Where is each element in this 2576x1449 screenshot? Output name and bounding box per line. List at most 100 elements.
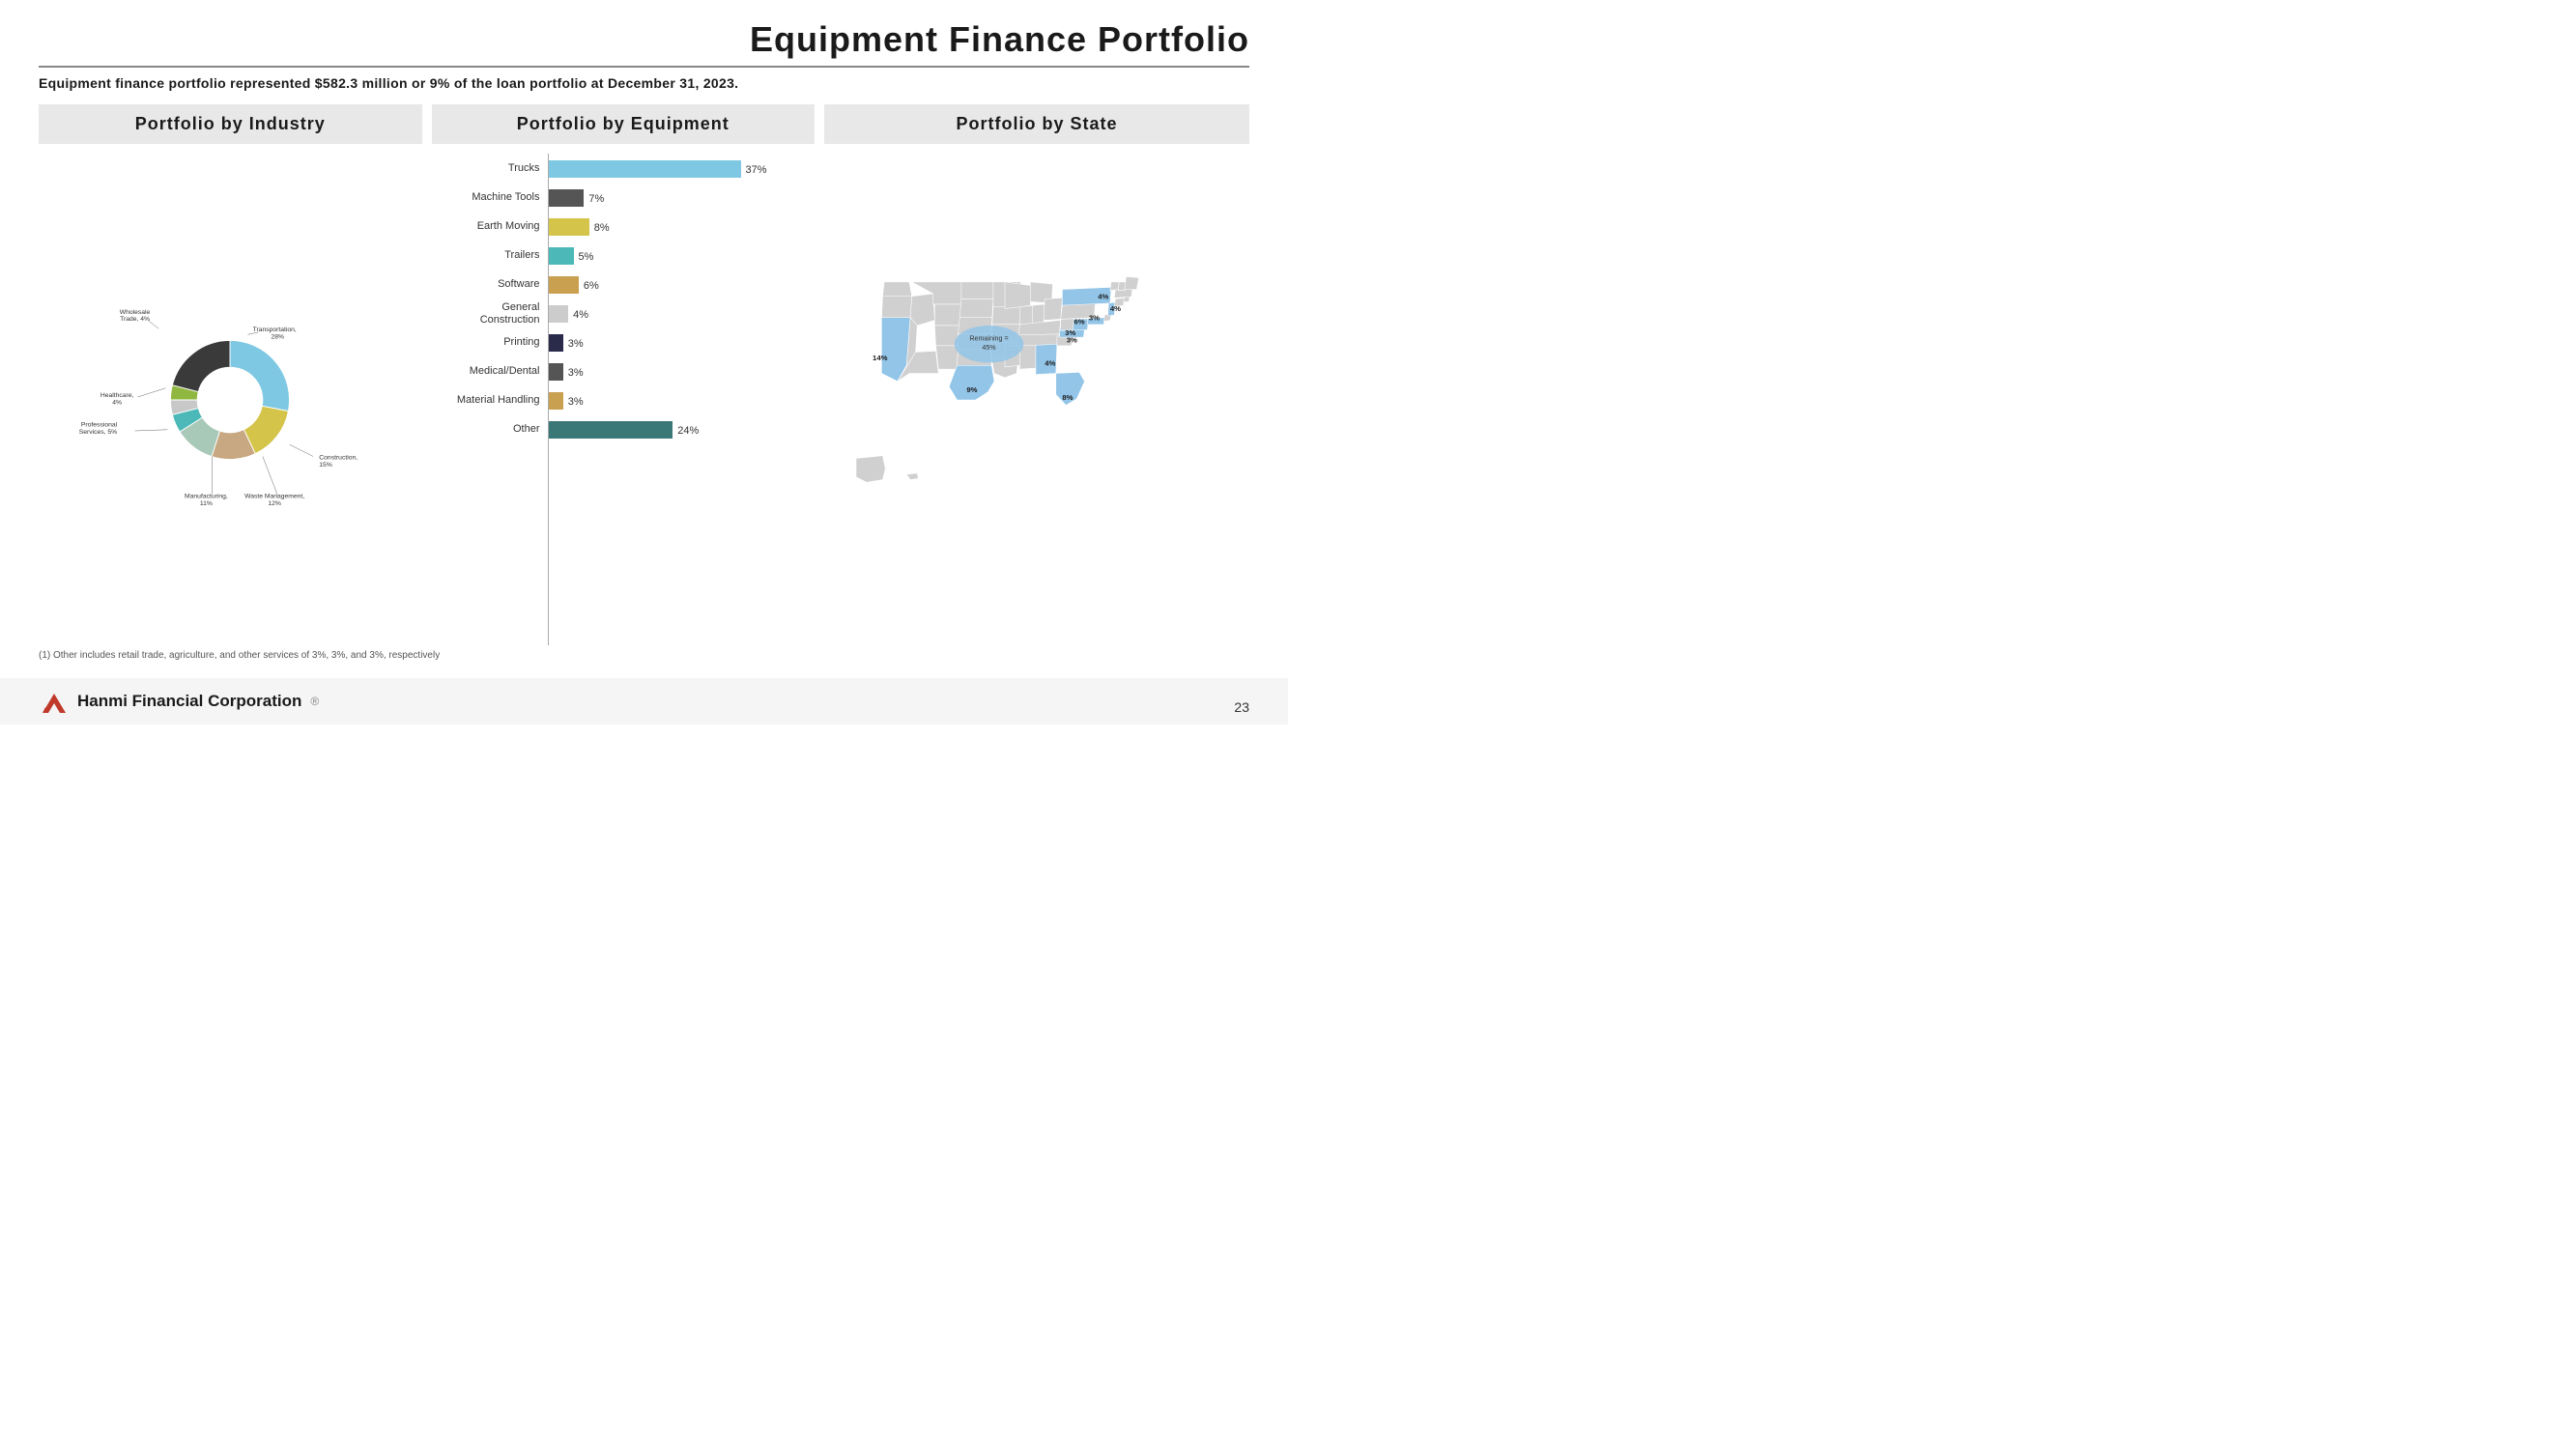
label-wholesale: Wholesale xyxy=(120,308,151,315)
subtitle: Equipment finance portfolio represented … xyxy=(39,75,1249,91)
equipment-header: Portfolio by Equipment xyxy=(432,104,816,144)
bar-chart: Trucks 37% Machine Tools 7% Earth Moving 8% Tr… xyxy=(432,154,816,645)
bar-label: Printing xyxy=(442,336,548,349)
bar-pct: 3% xyxy=(568,338,584,350)
page-title: Equipment Finance Portfolio xyxy=(39,19,1249,60)
bar-track: 3% xyxy=(548,334,806,352)
bar-pct: 24% xyxy=(677,425,699,437)
svg-text:21%: 21% xyxy=(176,319,189,326)
bar-track: 3% xyxy=(548,392,806,410)
bar-fill xyxy=(548,305,569,323)
svg-text:28%: 28% xyxy=(272,333,285,340)
footer-logo: Hanmi Financial Corporation ® xyxy=(39,686,319,717)
bar-track: 3% xyxy=(548,363,806,381)
bar-track: 6% xyxy=(548,276,806,294)
bar-fill xyxy=(548,247,574,265)
label-healthcare: Healthcare, xyxy=(100,391,134,398)
svg-text:45%: 45% xyxy=(982,343,996,351)
bar-track: 5% xyxy=(548,247,806,265)
bar-pct: 3% xyxy=(568,396,584,408)
bar-label: General Construction xyxy=(442,301,548,327)
divider xyxy=(39,66,1249,68)
svg-text:11%: 11% xyxy=(200,499,213,506)
logo-icon xyxy=(39,686,70,717)
label-other: Other, (1) xyxy=(169,311,197,318)
bar-fill xyxy=(548,334,563,352)
bar-row: Trailers 5% xyxy=(442,245,806,267)
bar-track: 4% xyxy=(548,305,806,323)
svg-text:15%: 15% xyxy=(320,461,333,468)
us-map-container: 14%9%8%6%4%4%4%3%3%3%Remaining =45% xyxy=(824,154,1249,645)
bar-row: Other 24% xyxy=(442,419,806,440)
main-columns: Portfolio by Industry xyxy=(39,104,1249,645)
bar-row: Medical/Dental 3% xyxy=(442,361,806,383)
bar-label: Trailers xyxy=(442,249,548,262)
bar-fill xyxy=(548,218,589,236)
donut-container: Transportation, 28% Wholesale Trade, 4% … xyxy=(39,154,422,645)
svg-text:9%: 9% xyxy=(966,384,977,393)
bar-track: 7% xyxy=(548,189,806,207)
svg-text:3%: 3% xyxy=(1089,313,1100,322)
svg-text:Services, 5%: Services, 5% xyxy=(79,429,117,436)
label-transportation: Transportation, xyxy=(253,327,297,333)
bar-pct: 7% xyxy=(588,193,604,205)
donut-chart: Transportation, 28% Wholesale Trade, 4% … xyxy=(75,245,385,554)
bar-label: Earth Moving xyxy=(442,220,548,233)
bar-row: Trucks 37% xyxy=(442,158,806,180)
industry-header: Portfolio by Industry xyxy=(39,104,422,144)
industry-col: Portfolio by Industry xyxy=(39,104,422,645)
bar-row: General Construction 4% xyxy=(442,303,806,325)
svg-text:4%: 4% xyxy=(1110,304,1121,313)
bar-track: 8% xyxy=(548,218,806,236)
bar-row: Software 6% xyxy=(442,274,806,296)
bar-pct: 37% xyxy=(746,164,767,176)
bar-fill xyxy=(548,160,741,178)
label-construction: Construction, xyxy=(320,454,358,461)
footnote-text: (1) Other includes retail trade, agricul… xyxy=(39,650,1249,661)
svg-text:4%: 4% xyxy=(112,399,122,406)
bar-pct: 5% xyxy=(579,251,594,263)
svg-text:3%: 3% xyxy=(1067,335,1077,344)
page-number: 23 xyxy=(1234,699,1249,715)
svg-text:4%: 4% xyxy=(1098,292,1108,300)
state-col: Portfolio by State 14%9%8%6%4%4%4%3%3%3%… xyxy=(824,104,1249,645)
bar-fill xyxy=(548,363,563,381)
bar-label: Other xyxy=(442,423,548,436)
svg-text:Remaining =: Remaining = xyxy=(969,334,1008,342)
svg-text:8%: 8% xyxy=(1062,393,1073,402)
bar-pct: 3% xyxy=(568,367,584,379)
state-header: Portfolio by State xyxy=(824,104,1249,144)
bar-track: 24% xyxy=(548,421,806,439)
bar-label: Trucks xyxy=(442,162,548,175)
svg-text:6%: 6% xyxy=(1073,317,1084,326)
logo-text: Hanmi Financial Corporation xyxy=(77,692,301,711)
svg-text:Trade, 4%: Trade, 4% xyxy=(120,316,150,323)
bar-label: Software xyxy=(442,278,548,291)
bar-fill xyxy=(548,189,585,207)
bar-row: Machine Tools 7% xyxy=(442,187,806,209)
label-manufacturing: Manufacturing, xyxy=(185,493,228,499)
bar-pct: 6% xyxy=(584,280,599,292)
page: Equipment Finance Portfolio Equipment fi… xyxy=(0,0,1288,724)
bar-row: Earth Moving 8% xyxy=(442,216,806,238)
bar-label: Medical/Dental xyxy=(442,365,548,378)
equipment-col: Portfolio by Equipment Trucks 37% Machine … xyxy=(432,104,816,645)
donut-center xyxy=(197,367,263,433)
footer: Hanmi Financial Corporation ® xyxy=(0,678,1288,724)
bar-pct: 4% xyxy=(573,309,588,321)
bar-row: Printing 3% xyxy=(442,332,806,354)
bar-label: Material Handling xyxy=(442,394,548,407)
svg-text:4%: 4% xyxy=(1045,358,1055,367)
svg-text:12%: 12% xyxy=(269,499,282,506)
label-professional: Professional xyxy=(81,421,118,428)
us-map: 14%9%8%6%4%4%4%3%3%3%Remaining =45% xyxy=(824,255,1249,545)
bar-track: 37% xyxy=(548,160,806,178)
bar-fill xyxy=(548,276,579,294)
bar-label: Machine Tools xyxy=(442,191,548,204)
svg-text:14%: 14% xyxy=(873,353,888,361)
bar-row: Material Handling 3% xyxy=(442,390,806,412)
bar-fill xyxy=(548,421,673,439)
label-waste: Waste Management, xyxy=(244,493,304,499)
bar-pct: 8% xyxy=(594,222,610,234)
bar-fill xyxy=(548,392,563,410)
